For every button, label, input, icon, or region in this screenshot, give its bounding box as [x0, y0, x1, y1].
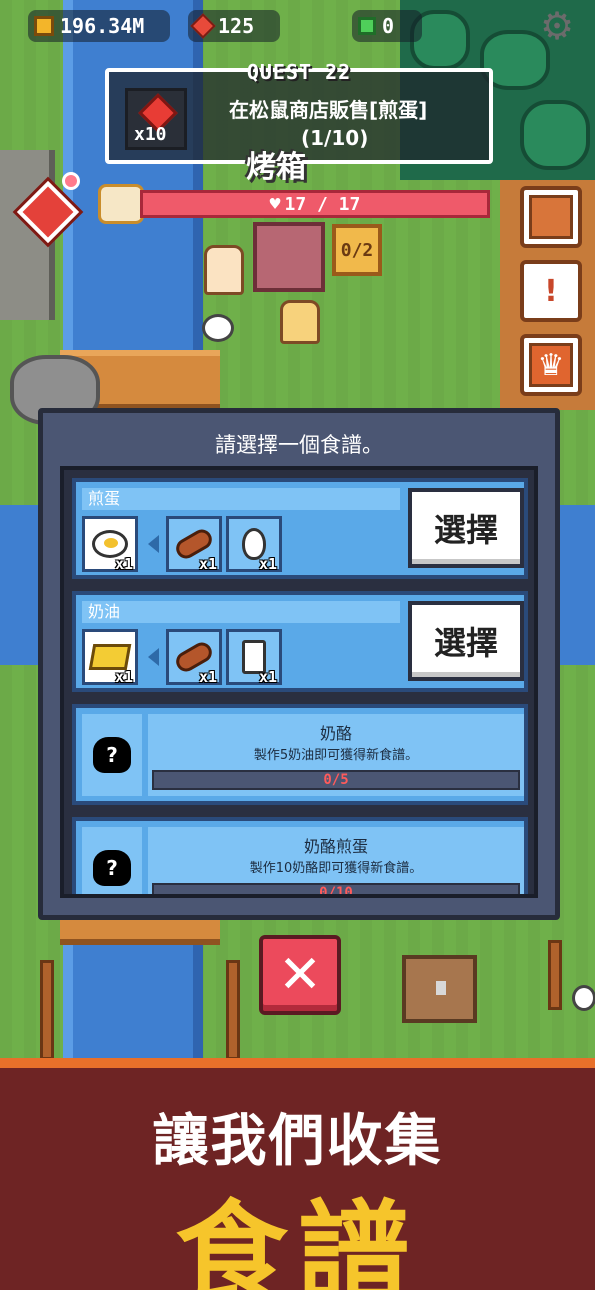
green-value: 0: [382, 14, 395, 38]
backpack-icon: [529, 195, 573, 239]
order-sign: 0/2: [332, 224, 382, 276]
treasure-chest[interactable]: [402, 955, 477, 1023]
green-gem-icon: [358, 17, 376, 35]
unlock-progress-bar: 0/10: [152, 883, 520, 894]
chef-character: [204, 245, 244, 295]
arrow-left-icon: [148, 535, 159, 553]
gear-icon: ⚙: [539, 4, 575, 48]
ingredient-slot: x1: [226, 516, 282, 573]
exclamation-icon: !: [544, 273, 558, 309]
output-count: x1: [114, 555, 133, 573]
gem-value: 125: [218, 14, 255, 38]
recipe-name: 奶油: [82, 601, 400, 623]
arrow-left-icon: [148, 648, 159, 666]
tree: [520, 100, 590, 170]
quest-reward-count: x10: [134, 124, 167, 145]
recipe-card-fried-egg: 煎蛋 x1 x1 x1 選擇: [72, 478, 528, 579]
promo-banner: 讓我們收集 食譜: [0, 1058, 595, 1290]
recipe-name: 煎蛋: [82, 488, 400, 510]
coin-icon: [34, 16, 54, 36]
locked-recipe-slot: ?: [82, 714, 142, 796]
locked-recipe-cheese-omelette: ? 奶酪煎蛋 製作10奶酪即可獲得新食譜。 0/10: [72, 817, 528, 894]
ingredient-slot: x1: [166, 629, 222, 686]
crown-button[interactable]: ♛: [520, 334, 582, 396]
fence-post: [40, 960, 54, 1060]
ingredient-slot: x1: [226, 629, 282, 686]
locked-recipe-name: 奶酪煎蛋: [303, 837, 368, 856]
egg-item-icon[interactable]: [202, 314, 234, 342]
notification-dot: [62, 172, 80, 190]
settings-gear-button[interactable]: ⚙: [537, 6, 577, 46]
quest-progress: (1/10): [301, 126, 369, 150]
unknown-recipe-icon: ?: [93, 737, 131, 773]
ingredient-count: x1: [198, 668, 217, 686]
unlock-requirement: 製作5奶油即可獲得新食譜。: [253, 748, 419, 763]
locked-recipe-name: 奶酪: [319, 724, 352, 743]
heart-icon: ♥: [269, 193, 281, 215]
station-label: 烤箱: [246, 150, 306, 185]
green-currency-counter: 0: [352, 10, 422, 42]
recipe-output-slot: x1: [82, 516, 138, 573]
bag-button[interactable]: [520, 186, 582, 248]
fence-post: [226, 960, 240, 1060]
worker-character: [280, 300, 320, 344]
select-button[interactable]: 選擇: [408, 488, 524, 568]
ingredient-count: x1: [258, 555, 277, 573]
fried-egg-icon: [92, 530, 128, 558]
game-screen: 196.34M 125 0 ⚙ QUEST 22 x10 在松鼠商店販售[煎蛋]…: [0, 0, 595, 1290]
fence-post: [548, 940, 562, 1010]
recipe-output-slot: x1: [82, 629, 138, 686]
coin-value: 196.34M: [60, 14, 145, 38]
station-hp-bar: ♥ 17 / 17: [140, 190, 490, 218]
coin-counter: 196.34M: [28, 10, 170, 42]
gem-counter: 125: [188, 10, 280, 42]
close-icon: ✕: [278, 945, 322, 1005]
modal-title: 請選擇一個食譜。: [215, 433, 383, 457]
locked-recipe-info: 奶酪 製作5奶油即可獲得新食譜。 0/5: [148, 714, 524, 796]
chicken-icon: [572, 985, 595, 1011]
ingredient-count: x1: [258, 668, 277, 686]
alert-button[interactable]: !: [520, 260, 582, 322]
unlock-requirement: 製作10奶酪即可獲得新食譜。: [249, 861, 423, 876]
locked-recipe-info: 奶酪煎蛋 製作10奶酪即可獲得新食譜。 0/10: [148, 827, 524, 894]
output-count: x1: [114, 668, 133, 686]
quest-title: QUEST 22: [246, 60, 352, 84]
oven-station[interactable]: [253, 222, 325, 292]
select-button[interactable]: 選擇: [408, 601, 524, 681]
ingredient-slot: x1: [166, 516, 222, 573]
unlock-progress-bar: 0/5: [152, 770, 520, 790]
close-button[interactable]: ✕: [259, 935, 341, 1015]
promo-line-2: 食譜: [175, 1190, 420, 1290]
recipe-card-butter: 奶油 x1 x1 x1 選擇: [72, 591, 528, 692]
quest-reward: x10: [125, 88, 187, 150]
gem-icon: [190, 13, 216, 39]
unknown-recipe-icon: ?: [93, 850, 131, 886]
recipe-list[interactable]: 煎蛋 x1 x1 x1 選擇 奶油 x1 x1 x1 選擇 ? 奶酪 製作5奶油…: [60, 466, 538, 898]
butter-icon: [88, 644, 132, 670]
locked-recipe-cheese: ? 奶酪 製作5奶油即可獲得新食譜。 0/5: [72, 704, 528, 805]
hp-value: 17 / 17: [284, 193, 361, 215]
crown-icon: ♛: [529, 343, 573, 387]
chef-avatar-icon: [98, 184, 144, 224]
locked-recipe-slot: ?: [82, 827, 142, 894]
recipe-select-modal: 請選擇一個食譜。 煎蛋 x1 x1 x1 選擇 奶油 x1 x1 x1 選擇 ?…: [38, 408, 560, 920]
quest-description: 在松鼠商店販售[煎蛋]: [229, 98, 428, 122]
ingredient-count: x1: [198, 555, 217, 573]
